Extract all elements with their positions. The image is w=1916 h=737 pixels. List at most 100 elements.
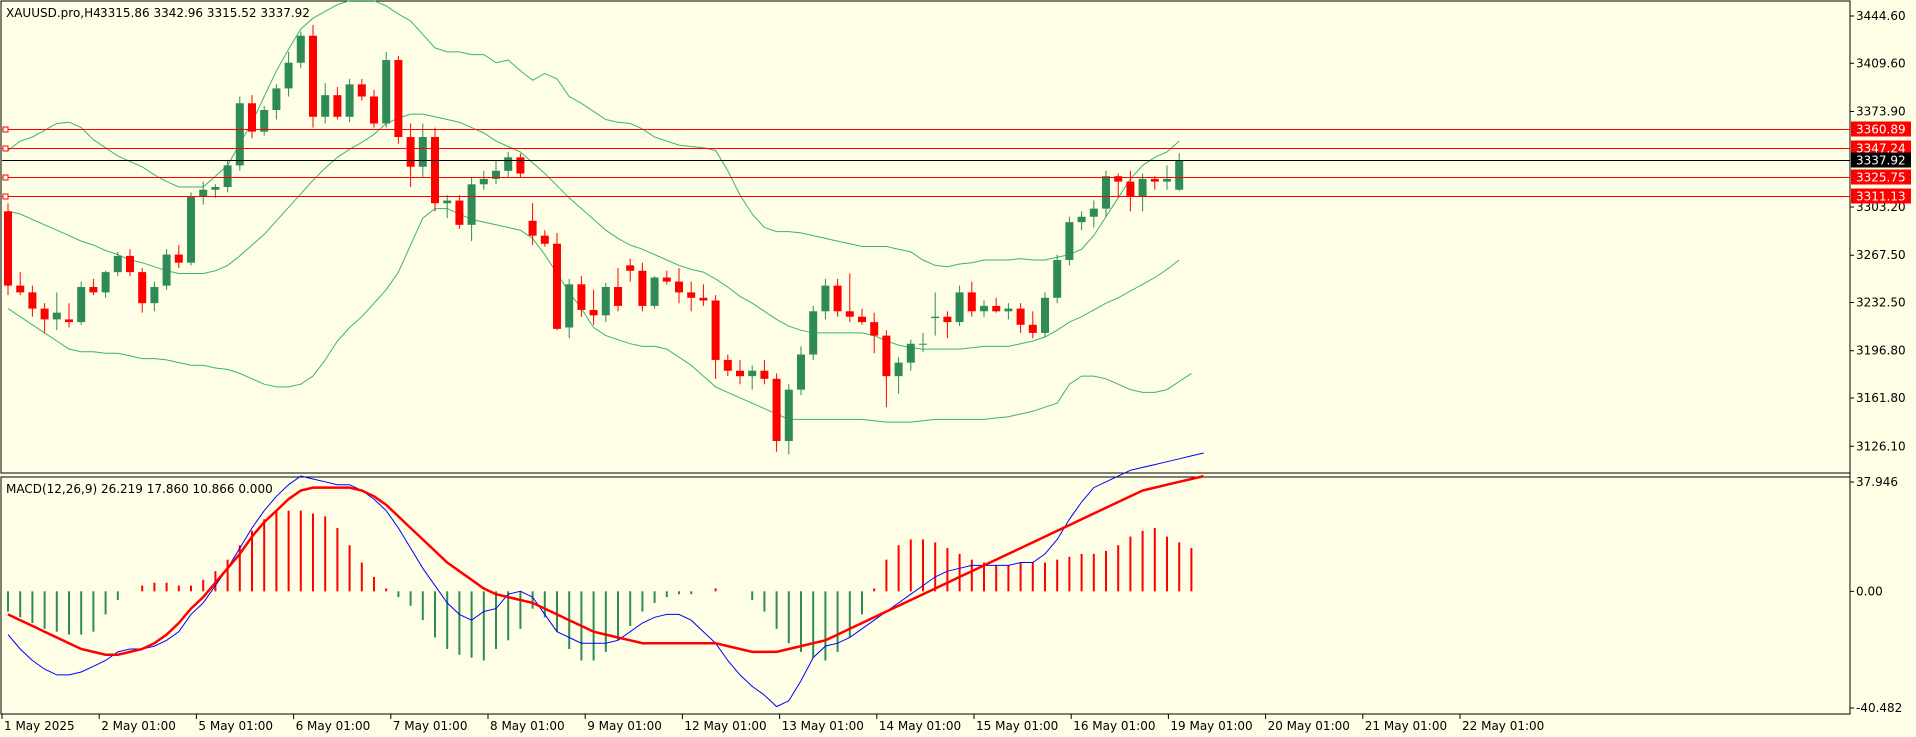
candle-body — [248, 103, 256, 132]
candle-body — [126, 255, 134, 273]
candle-body — [614, 286, 622, 306]
candle-body — [52, 312, 61, 320]
time-tick-label: 16 May 01:00 — [1073, 719, 1155, 733]
candle-body — [272, 88, 281, 111]
time-tick-label: 15 May 01:00 — [976, 719, 1058, 733]
candle-body — [467, 184, 476, 225]
candle — [431, 127, 439, 212]
candle — [77, 281, 86, 325]
time-tick-label: 2 May 01:00 — [101, 719, 176, 733]
price-tick-label: 3373.90 — [1856, 105, 1906, 119]
candle-body — [211, 187, 220, 190]
candle — [260, 105, 269, 136]
price-tick-label: 3409.60 — [1856, 56, 1906, 70]
time-tick-label: 9 May 01:00 — [587, 719, 662, 733]
candle-body — [650, 277, 659, 306]
candle-body — [906, 343, 915, 363]
candle-body — [431, 137, 439, 204]
candle-body — [333, 95, 342, 117]
candle — [1053, 254, 1062, 304]
candle-body — [321, 95, 330, 117]
level-price-label: 3311.13 — [1856, 190, 1906, 204]
candle-body — [394, 60, 403, 138]
candle-body — [309, 35, 317, 117]
candle-body — [784, 389, 793, 441]
time-tick-label: 21 May 01:00 — [1365, 719, 1447, 733]
candle — [187, 192, 195, 266]
candle-body — [223, 165, 232, 188]
candle-body — [40, 308, 49, 320]
candle-body — [235, 103, 244, 166]
candle-body — [1028, 324, 1037, 333]
candle-body — [638, 270, 647, 306]
candle-body — [1041, 297, 1049, 333]
candle-body — [760, 370, 769, 379]
candle-body — [870, 322, 879, 336]
candle-body — [28, 292, 37, 309]
candle-body — [955, 292, 964, 323]
time-tick-label: 7 May 01:00 — [393, 719, 468, 733]
candle — [345, 78, 354, 123]
time-tick-label: 13 May 01:00 — [782, 719, 864, 733]
candle-body — [687, 292, 696, 298]
candle-body — [1163, 178, 1171, 182]
candle-body — [809, 311, 818, 355]
candle-body — [1089, 208, 1098, 217]
time-tick-label: 14 May 01:00 — [879, 719, 961, 733]
time-tick-label: 6 May 01:00 — [296, 719, 371, 733]
candle — [1065, 216, 1074, 266]
candle-body — [199, 189, 208, 197]
candle-body — [1077, 216, 1086, 223]
candle-body — [89, 286, 98, 293]
macd-tick-label: 37.946 — [1856, 475, 1898, 489]
candle-body — [516, 157, 525, 174]
candle-body — [797, 354, 805, 390]
candle-body — [711, 300, 720, 360]
candle-body — [357, 84, 366, 97]
candle — [772, 373, 781, 452]
candle-body — [1102, 176, 1110, 209]
candle-body — [174, 254, 183, 263]
level-anchor — [2, 174, 9, 181]
candle — [309, 24, 317, 128]
level-anchor — [2, 145, 9, 152]
candle-body — [1016, 308, 1025, 325]
symbol-label: XAUUSD.pro,H4 — [6, 6, 101, 20]
chart-background — [0, 0, 1916, 737]
macd-header: MACD(12,26,9) 26.219 17.860 10.866 0.000 — [6, 482, 273, 496]
price-tick-label: 3126.10 — [1856, 439, 1906, 453]
candle-body — [565, 284, 574, 328]
candle-body — [992, 305, 1001, 312]
time-tick-label: 1 May 2025 — [4, 719, 75, 733]
candle-body — [528, 220, 537, 236]
price-tick-label: 3196.80 — [1856, 344, 1906, 358]
candle — [809, 305, 818, 360]
price-tick-label: 3161.80 — [1856, 391, 1906, 405]
candle-body — [882, 335, 891, 377]
candle-body — [345, 84, 354, 117]
candle-body — [16, 285, 25, 293]
candle-body — [980, 305, 988, 312]
candle-body — [736, 370, 744, 377]
time-tick-label: 22 May 01:00 — [1462, 719, 1544, 733]
price-tick-label: 3232.50 — [1856, 296, 1906, 310]
candle-body — [967, 292, 976, 312]
candle-body — [845, 311, 854, 317]
candle-body — [553, 243, 561, 329]
candle-body — [138, 272, 147, 304]
candle-body — [101, 272, 110, 293]
candle — [1041, 292, 1049, 337]
candle — [296, 31, 305, 69]
candle-body — [723, 359, 732, 371]
candle-body — [748, 370, 757, 377]
candle-body — [589, 309, 598, 316]
candle-body — [894, 362, 903, 377]
candle-body — [1138, 178, 1147, 197]
candle-body — [150, 286, 159, 304]
candle-body — [296, 35, 305, 63]
level-price-label: 3337.92 — [1856, 154, 1906, 168]
candle-body — [675, 281, 683, 293]
candle-body — [943, 316, 952, 323]
candle-body — [601, 286, 610, 316]
candle-body — [931, 316, 940, 319]
